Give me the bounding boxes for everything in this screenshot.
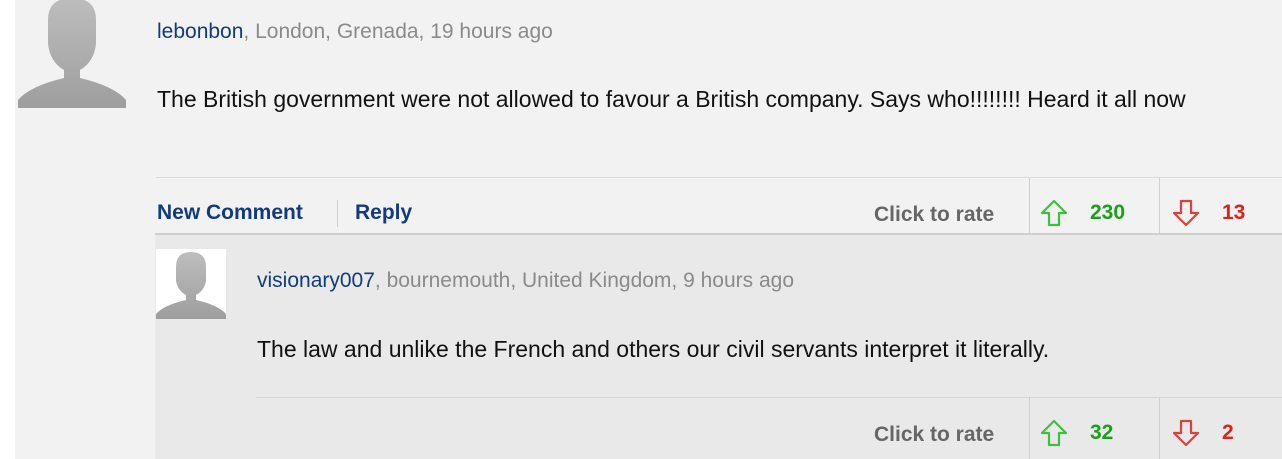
divider (156, 177, 1282, 178)
arrow-up-icon (1040, 199, 1068, 227)
reply-meta: visionary007, bournemouth, United Kingdo… (257, 269, 794, 293)
avatar-silhouette-icon (18, 0, 126, 108)
upvote-button[interactable]: 230 (1040, 199, 1125, 227)
avatar-silhouette-icon (156, 249, 226, 319)
divider (256, 397, 1282, 398)
username-link[interactable]: lebonbon (157, 20, 243, 43)
username-link[interactable]: visionary007 (257, 269, 375, 292)
action-separator (337, 200, 338, 227)
vote-separator (1159, 398, 1160, 459)
rate-separator (1029, 398, 1030, 459)
location-time: , London, Grenada, 19 hours ago (243, 20, 553, 43)
reply-top-border (155, 233, 1282, 235)
comment-meta: lebonbon, London, Grenada, 19 hours ago (157, 20, 553, 44)
upvote-count: 230 (1090, 201, 1126, 224)
arrow-down-icon (1172, 199, 1200, 227)
downvote-count: 2 (1222, 421, 1234, 444)
upvote-count: 32 (1090, 421, 1114, 444)
new-comment-link[interactable]: New Comment (157, 201, 303, 225)
arrow-up-icon (1040, 419, 1068, 447)
downvote-count: 13 (1222, 201, 1246, 224)
downvote-button[interactable]: 13 (1172, 199, 1245, 227)
rate-separator (1029, 178, 1030, 234)
downvote-button[interactable]: 2 (1172, 419, 1234, 447)
avatar[interactable] (18, 0, 126, 108)
arrow-down-icon (1172, 419, 1200, 447)
click-to-rate-label: Click to rate (874, 203, 995, 226)
click-to-rate-label: Click to rate (874, 423, 995, 446)
avatar[interactable] (156, 249, 226, 319)
upvote-button[interactable]: 32 (1040, 419, 1113, 447)
reply-link[interactable]: Reply (355, 201, 412, 225)
location-time: , bournemouth, United Kingdom, 9 hours a… (374, 269, 795, 292)
comment-body: The British government were not allowed … (157, 86, 1186, 112)
vote-separator (1159, 178, 1160, 234)
reply-body: The law and unlike the French and others… (257, 336, 1050, 362)
